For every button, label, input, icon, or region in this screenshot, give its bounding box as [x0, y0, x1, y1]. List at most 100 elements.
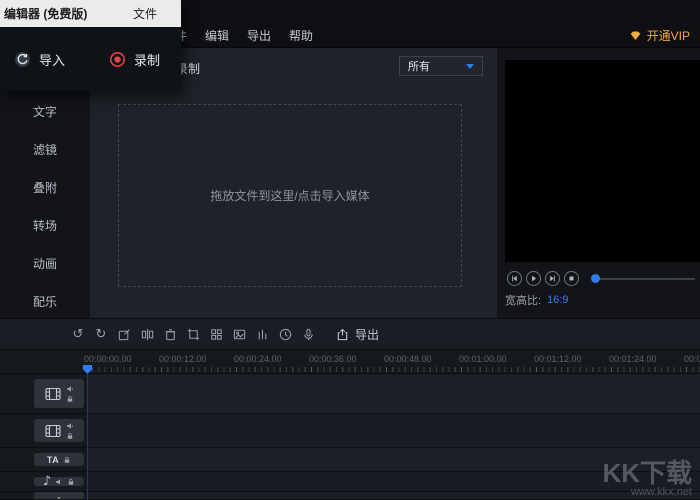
microphone-icon	[54, 496, 64, 500]
seek-bar[interactable]	[591, 271, 695, 286]
play-icon	[529, 274, 538, 283]
delete-button[interactable]	[162, 326, 178, 342]
pip-track-header[interactable]	[0, 414, 88, 447]
sidebar-item-animation[interactable]: 动画	[0, 244, 90, 282]
sidebar-item-transition[interactable]: 转场	[0, 206, 90, 244]
timeline-ruler[interactable]: 00:00:00.00 00:00:12.00 00:00:24.00 00:0…	[0, 350, 700, 374]
track-row-text: TA	[0, 448, 700, 472]
sidebar-item-text[interactable]: 文字	[0, 92, 90, 130]
ruler-label: 00:01:24.00	[609, 354, 657, 364]
next-frame-icon	[548, 274, 557, 283]
ruler-label: 00:00:12.00	[159, 354, 207, 364]
music-track-lane[interactable]	[88, 472, 700, 491]
edit-button[interactable]	[116, 326, 132, 342]
tracks: TA ♪	[0, 374, 700, 500]
film-icon	[44, 386, 62, 402]
split-button[interactable]	[139, 326, 155, 342]
text-track-icon: TA	[47, 455, 59, 465]
pip-track-chip[interactable]	[34, 419, 84, 442]
track-row-video	[0, 374, 700, 414]
track-row-music: ♪	[0, 472, 700, 492]
undo-icon: ↺	[73, 328, 84, 341]
redo-icon: ↻	[96, 328, 107, 341]
video-track-header[interactable]	[0, 374, 88, 413]
lock-icon[interactable]	[67, 478, 75, 486]
film-icon	[44, 423, 62, 439]
record-label: 录制	[134, 50, 160, 69]
menu-item-record[interactable]: 录制	[109, 50, 160, 69]
export-icon	[335, 327, 350, 342]
menu-help[interactable]: 帮助	[289, 27, 313, 44]
edit-icon	[117, 327, 132, 342]
pip-track-lane[interactable]	[88, 414, 700, 447]
play-button[interactable]	[526, 271, 541, 286]
file-menu-label[interactable]: 文件	[133, 5, 157, 22]
text-track-header[interactable]: TA	[0, 448, 88, 471]
prev-frame-button[interactable]	[507, 271, 522, 286]
sidebar-item-music[interactable]: 配乐	[0, 282, 90, 320]
freeze-icon	[255, 327, 270, 342]
stop-button[interactable]	[564, 271, 579, 286]
music-note-icon: ♪	[43, 475, 51, 488]
mute-icon[interactable]	[66, 422, 74, 430]
voice-track-header[interactable]	[0, 492, 88, 499]
text-track-chip[interactable]: TA	[34, 453, 84, 466]
menu-items: 文件 编辑 导出 帮助	[163, 27, 313, 44]
freeze-button[interactable]	[254, 326, 270, 342]
sidebar-list: 文字 滤镜 叠附 转场 动画 配乐	[0, 92, 90, 320]
mute-icon[interactable]	[55, 478, 63, 486]
picture-icon	[232, 327, 247, 342]
media-dropzone[interactable]: 拖放文件到这里/点击导入媒体	[118, 104, 462, 287]
next-frame-button[interactable]	[545, 271, 560, 286]
file-menu-popup: 编辑器 (免费版) 文件 导入 录制	[0, 0, 181, 91]
preview-panel: 宽高比: 16:9	[497, 48, 700, 318]
music-track-header[interactable]: ♪	[0, 472, 88, 491]
crop-button[interactable]	[185, 326, 201, 342]
media-filter-value: 所有	[408, 58, 466, 74]
crop-icon	[186, 327, 201, 342]
ruler-label: 00:00:48.00	[384, 354, 432, 364]
import-label: 导入	[39, 50, 65, 69]
track-row-voice	[0, 492, 700, 500]
media-filter-dropdown[interactable]: 所有	[399, 56, 483, 76]
sidebar-item-overlay[interactable]: 叠附	[0, 168, 90, 206]
vip-label: 开通VIP	[647, 27, 690, 44]
mute-icon[interactable]	[66, 385, 74, 393]
vip-badge-icon	[629, 29, 642, 42]
voice-track-chip[interactable]	[34, 492, 84, 500]
mosaic-icon	[209, 327, 224, 342]
timeline: 00:00:00.00 00:00:12.00 00:00:24.00 00:0…	[0, 350, 700, 500]
app-window: 文件 编辑 导出 帮助 开通VIP 文字 滤镜 叠附 转场 动画 配乐 录制 所…	[0, 0, 700, 500]
video-track-lane[interactable]	[88, 374, 700, 413]
edit-toolbar: ↺ ↻	[0, 318, 700, 350]
import-icon	[14, 51, 31, 68]
menu-export[interactable]: 导出	[247, 27, 271, 44]
ruler-label: 00:01:00.00	[459, 354, 507, 364]
music-track-chip[interactable]: ♪	[34, 477, 84, 486]
playhead[interactable]	[83, 365, 92, 374]
lock-icon[interactable]	[63, 456, 71, 464]
voice-track-lane[interactable]	[88, 492, 700, 499]
lock-icon[interactable]	[66, 395, 74, 403]
menu-item-import[interactable]: 导入	[14, 50, 65, 69]
seek-track[interactable]	[597, 278, 695, 280]
export-button[interactable]: 导出	[335, 326, 379, 343]
popup-header: 编辑器 (免费版) 文件	[0, 0, 181, 27]
aspect-ratio-value[interactable]: 16:9	[547, 294, 568, 306]
sidebar-item-filter[interactable]: 滤镜	[0, 130, 90, 168]
duration-button[interactable]	[277, 326, 293, 342]
picture-button[interactable]	[231, 326, 247, 342]
undo-button[interactable]: ↺	[70, 326, 86, 342]
menu-edit[interactable]: 编辑	[205, 27, 229, 44]
lock-icon[interactable]	[66, 432, 74, 440]
vip-button[interactable]: 开通VIP	[629, 27, 690, 44]
app-title: 编辑器 (免费版)	[4, 5, 87, 22]
text-track-lane[interactable]	[88, 448, 700, 471]
seek-handle[interactable]	[591, 274, 600, 283]
ruler-ticks	[86, 367, 700, 372]
delete-icon	[163, 327, 178, 342]
video-track-chip[interactable]	[34, 379, 84, 408]
redo-button[interactable]: ↻	[93, 326, 109, 342]
mosaic-button[interactable]	[208, 326, 224, 342]
voiceover-button[interactable]	[300, 326, 316, 342]
